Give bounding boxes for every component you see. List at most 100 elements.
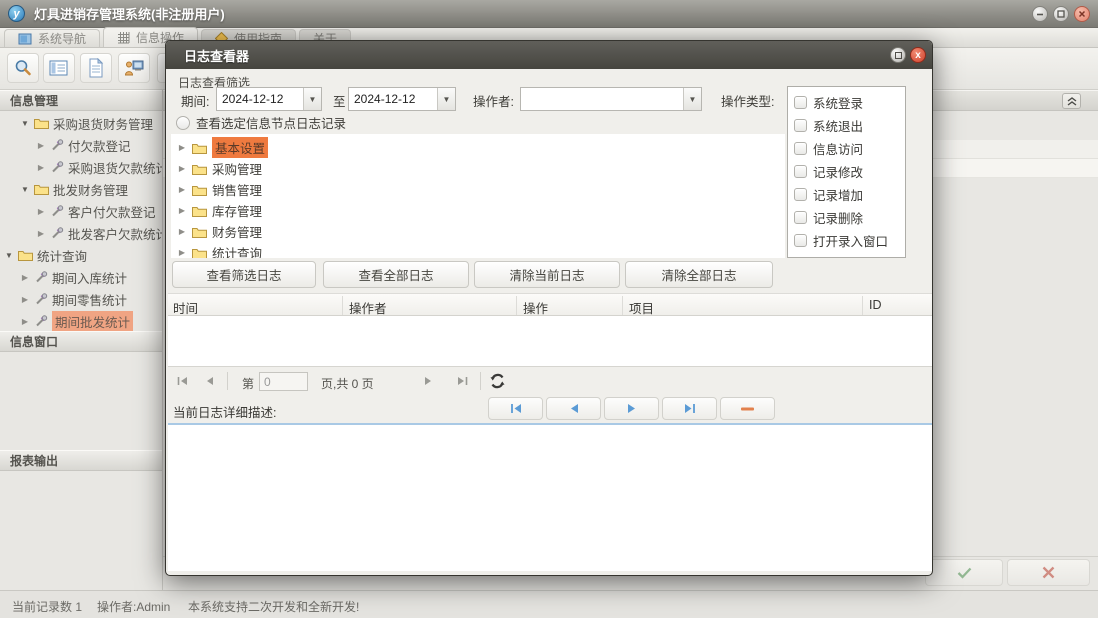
operator-button[interactable] [118,53,150,83]
module-sales-management[interactable]: ▶ 销售管理 [171,179,785,200]
tree-item-customer-payment-register[interactable]: ▶ 客户付欠款登记 [0,200,162,222]
tree-collapse-icon[interactable]: ▶ [177,143,187,152]
optype-item-info-access[interactable]: 信息访问 [794,137,905,160]
view-filtered-log-button[interactable]: 查看筛选日志 [172,261,316,288]
cancel-button[interactable] [1007,559,1090,586]
checkbox-unchecked[interactable] [794,234,807,247]
separator [480,372,481,390]
module-purchase-management[interactable]: ▶ 采购管理 [171,158,785,179]
tree-collapse-icon[interactable]: ▶ [177,248,187,257]
record-prev-icon [570,404,578,413]
record-delete-button[interactable] [720,397,775,420]
confirm-button[interactable] [925,559,1003,586]
clear-current-log-button[interactable]: 清除当前日志 [474,261,620,288]
checkbox-unchecked[interactable] [794,165,807,178]
tree-collapse-icon[interactable]: ▶ [20,317,30,326]
close-icon [1078,10,1086,17]
tree-item-purchase-return-debt-stats[interactable]: ▶ 采购退货欠款统计 [0,156,162,178]
checkbox-unchecked[interactable] [794,96,807,109]
optype-item-open-entry-window[interactable]: 打开录入窗口 [794,229,905,252]
document-button[interactable] [80,53,112,83]
chevron-down-icon[interactable]: ▼ [683,88,701,110]
sidebar-panel-report-output[interactable]: 报表输出 [0,450,162,471]
optype-item-record-delete[interactable]: 记录删除 [794,206,905,229]
tree-item-period-retail-stats[interactable]: ▶ 期间零售统计 [0,288,162,310]
column-header-time[interactable]: 时间 [173,298,198,317]
tree-collapse-icon[interactable]: ▶ [177,164,187,173]
column-header-operation[interactable]: 操作 [523,298,548,317]
tree-item-wholesale-finance[interactable]: ▼ 批发财务管理 [0,178,162,200]
checkbox-unchecked[interactable] [794,257,807,258]
optype-item-system-logout[interactable]: 系统退出 [794,114,905,137]
panel-collapse-button[interactable] [1062,93,1081,109]
checkbox-unchecked[interactable] [794,119,807,132]
record-first-button[interactable] [488,397,543,420]
tree-collapse-icon[interactable]: ▶ [177,185,187,194]
operator-select[interactable]: ▼ [520,87,702,111]
chevron-down-icon[interactable]: ▼ [303,88,321,110]
period-to-select[interactable]: 2024-12-12 ▼ [348,87,456,111]
module-statistics-query[interactable]: ▶ 统计查询 [171,242,785,258]
tree-collapse-icon[interactable]: ▶ [36,229,46,238]
tree-collapse-icon[interactable]: ▶ [36,141,46,150]
maximize-button[interactable] [1053,5,1069,22]
module-basic-settings[interactable]: ▶ 基本设置 [171,137,785,158]
node-filter-checkbox-row[interactable]: 查看选定信息节点日志记录 [176,113,346,132]
sidebar-panel-info-management[interactable]: 信息管理 [0,90,162,111]
dialog-close-button[interactable]: x [910,47,926,63]
dialog-minimize-button[interactable] [890,47,906,63]
refresh-button[interactable] [486,371,508,391]
page-number-input[interactable] [259,372,308,391]
clear-all-log-button[interactable]: 清除全部日志 [625,261,773,288]
first-page-button[interactable] [171,371,193,391]
last-page-button[interactable] [451,371,473,391]
record-next-button[interactable] [604,397,659,420]
optype-item-record-modify[interactable]: 记录修改 [794,160,905,183]
tree-collapse-icon[interactable]: ▶ [36,207,46,216]
tree-item-period-wholesale-stats[interactable]: ▶ 期间批发统计 [0,310,162,332]
tree-collapse-icon[interactable]: ▶ [177,227,187,236]
tree-item-period-inbound-stats[interactable]: ▶ 期间入库统计 [0,266,162,288]
tree-collapse-icon[interactable]: ▶ [20,273,30,282]
checkbox-unchecked[interactable] [794,188,807,201]
module-inventory-management[interactable]: ▶ 库存管理 [171,200,785,221]
optype-item-label: 关闭录入窗口 [813,254,888,257]
operator-input[interactable] [521,88,683,110]
minimize-button[interactable] [1032,5,1048,22]
search-button[interactable] [7,53,39,83]
record-view-button[interactable] [43,53,75,83]
column-header-id[interactable]: ID [869,298,882,312]
prev-page-button[interactable] [198,371,220,391]
tree-item-payment-register[interactable]: ▶ 付欠款登记 [0,134,162,156]
tree-collapse-icon[interactable]: ▶ [36,163,46,172]
checkbox-unchecked[interactable] [794,211,807,224]
period-from-select[interactable]: 2024-12-12 ▼ [216,87,322,111]
tree-collapse-icon[interactable]: ▶ [20,295,30,304]
tree-expand-icon[interactable]: ▼ [4,251,14,260]
optype-item-label: 系统退出 [813,120,864,134]
tree-item-wholesale-customer-debt-stats[interactable]: ▶ 批发客户欠款统计 [0,222,162,244]
dialog-title-bar[interactable]: 日志查看器 x [166,41,932,69]
tree-item-statistics-query[interactable]: ▼ 统计查询 [0,244,162,266]
checkbox-unchecked[interactable] [794,142,807,155]
close-button[interactable] [1074,5,1090,22]
tree-expand-icon[interactable]: ▼ [20,119,30,128]
column-header-item[interactable]: 项目 [629,298,654,317]
chevron-down-icon[interactable]: ▼ [437,88,455,110]
checkbox-unchecked[interactable] [176,115,190,130]
tree-expand-icon[interactable]: ▼ [20,185,30,194]
module-finance-management[interactable]: ▶ 财务管理 [171,221,785,242]
tree-collapse-icon[interactable]: ▶ [177,206,187,215]
view-all-log-button[interactable]: 查看全部日志 [323,261,469,288]
optype-item-close-entry-window[interactable]: 关闭录入窗口 [794,252,905,258]
optype-item-record-add[interactable]: 记录增加 [794,183,905,206]
log-detail-textarea[interactable] [168,423,932,571]
record-prev-button[interactable] [546,397,601,420]
record-last-button[interactable] [662,397,717,420]
tree-item-purchase-return-finance[interactable]: ▼ 采购退货财务管理 [0,112,162,134]
optype-item-system-login[interactable]: 系统登录 [794,91,905,114]
sidebar-panel-info-window[interactable]: 信息窗口 [0,331,162,352]
next-page-button[interactable] [417,371,439,391]
column-header-operator[interactable]: 操作者 [349,298,387,317]
tab-system-nav[interactable]: 系统导航 [4,29,101,47]
